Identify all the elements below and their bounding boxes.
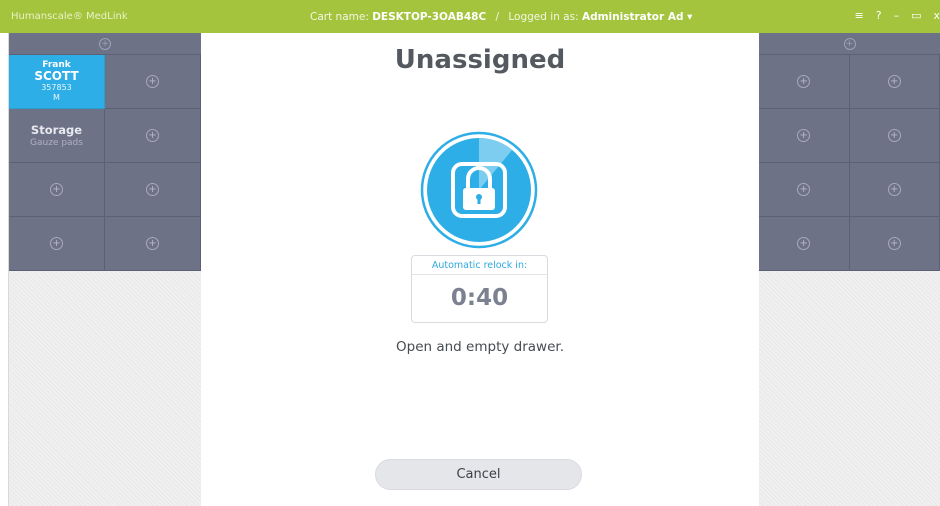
add-circle-icon[interactable]: + (99, 37, 111, 50)
add-circle-icon[interactable]: + (887, 183, 901, 196)
add-circle-icon[interactable]: + (50, 237, 63, 250)
cart-name: DESKTOP-3OAB48C (372, 11, 487, 23)
login-label: Logged in as: (508, 11, 579, 23)
cancel-button[interactable]: Cancel (375, 459, 582, 490)
drawer-empty[interactable]: + (759, 163, 850, 217)
menu-icon[interactable]: ≡ (855, 9, 864, 22)
right-drawer-panel: + + + + + + + + + (759, 33, 940, 506)
add-circle-icon[interactable]: + (797, 183, 811, 196)
drawer-empty[interactable]: + (9, 217, 105, 271)
instruction-text: Open and empty drawer. (396, 339, 564, 355)
app-name: Humanscale® MedLink (11, 11, 128, 22)
left-panel-header[interactable]: + (9, 33, 201, 55)
separator: / (495, 11, 500, 23)
unlock-dialog: Unassigned Automatic relock in: 0:40 Ope… (201, 33, 759, 506)
drawer-empty[interactable]: + (849, 163, 940, 217)
add-circle-icon[interactable]: + (797, 237, 811, 250)
patient-last-name: SCOTT (34, 69, 79, 83)
drawer-empty[interactable]: + (849, 217, 940, 271)
user-menu[interactable]: Administrator Ad ▾ (582, 11, 692, 23)
add-circle-icon[interactable]: + (843, 37, 856, 50)
drawer-empty[interactable]: + (849, 55, 940, 109)
add-circle-icon[interactable]: + (887, 75, 901, 88)
left-drawer-panel: + Frank SCOTT 357853 M + Storage Gauze p… (8, 33, 201, 506)
chevron-down-icon[interactable]: ▾ (687, 11, 692, 23)
maximize-icon[interactable]: ▭ (911, 9, 921, 22)
drawer-empty[interactable]: + (9, 163, 105, 217)
relock-label: Automatic relock in: (412, 256, 547, 275)
relock-countdown: 0:40 (450, 285, 509, 311)
patient-sex: M (53, 93, 60, 102)
drawer-storage[interactable]: Storage Gauze pads (9, 109, 105, 163)
add-circle-icon[interactable]: + (887, 129, 901, 142)
drawer-empty[interactable]: + (759, 217, 850, 271)
add-circle-icon[interactable]: + (146, 75, 159, 88)
drawer-empty[interactable]: + (759, 109, 850, 163)
right-drawer-grid: + + + + + + + + (759, 55, 940, 271)
add-circle-icon[interactable]: + (797, 129, 811, 142)
drawer-empty[interactable]: + (105, 109, 201, 163)
title-bar: Humanscale® MedLink Cart name: DESKTOP-3… (0, 0, 940, 33)
user-name[interactable]: Administrator Ad (582, 11, 684, 23)
session-info: Cart name: DESKTOP-3OAB48C / Logged in a… (310, 11, 692, 23)
minimize-icon[interactable]: – (894, 9, 900, 22)
add-circle-icon[interactable]: + (146, 129, 159, 142)
add-circle-icon[interactable]: + (50, 183, 63, 196)
drawer-empty[interactable]: + (759, 55, 850, 109)
drawer-empty[interactable]: + (105, 163, 201, 217)
help-icon[interactable]: ? (876, 9, 882, 22)
add-circle-icon[interactable]: + (146, 237, 159, 250)
drawer-empty[interactable]: + (105, 217, 201, 271)
add-circle-icon[interactable]: + (146, 183, 159, 196)
add-circle-icon[interactable]: + (887, 237, 901, 250)
close-icon[interactable]: x (933, 9, 940, 22)
cart-label: Cart name: (310, 11, 369, 23)
storage-subtitle: Gauze pads (30, 137, 83, 148)
lock-icon (420, 131, 538, 249)
page-title: Unassigned (394, 45, 566, 75)
drawer-empty[interactable]: + (105, 55, 201, 109)
add-circle-icon[interactable]: + (797, 75, 811, 88)
window-controls: ≡ ? – ▭ x (855, 9, 940, 22)
relock-timer-box: Automatic relock in: 0:40 (411, 255, 548, 323)
right-panel-header[interactable]: + (759, 33, 940, 55)
drawer-empty[interactable]: + (849, 109, 940, 163)
left-drawer-grid: Frank SCOTT 357853 M + Storage Gauze pad… (9, 55, 201, 271)
drawer-patient-frank-scott[interactable]: Frank SCOTT 357853 M (9, 55, 105, 109)
patient-id: 357853 (41, 83, 72, 92)
storage-title: Storage (30, 122, 83, 137)
